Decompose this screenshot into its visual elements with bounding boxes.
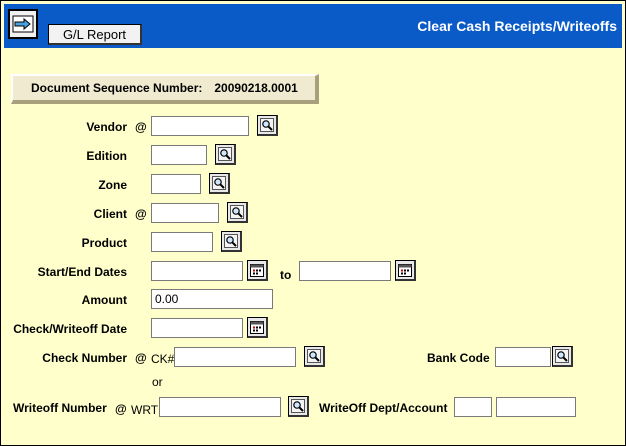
check-number-at-sign: @: [135, 351, 147, 365]
start-date-calendar-button[interactable]: [247, 260, 268, 281]
magnifier-icon: [291, 399, 305, 413]
writeoff-account-input[interactable]: [496, 397, 576, 417]
edition-input[interactable]: [151, 145, 207, 165]
magnifier-icon: [224, 234, 238, 248]
zone-input[interactable]: [151, 174, 201, 194]
dates-to-label: to: [280, 268, 292, 282]
zone-label: Zone: [98, 178, 127, 192]
vendor-at-sign: @: [135, 120, 147, 134]
title-bar: G/L Report Clear Cash Receipts/Writeoffs: [4, 4, 622, 48]
magnifier-icon: [555, 349, 569, 363]
magnifier-icon: [260, 118, 274, 132]
calendar-icon: [398, 264, 412, 277]
navigate-button[interactable]: [8, 9, 38, 39]
magnifier-icon: [212, 176, 226, 190]
calendar-icon: [250, 321, 264, 334]
writeoff-dept-input[interactable]: [454, 397, 492, 417]
end-date-input[interactable]: [299, 261, 391, 281]
client-input[interactable]: [151, 203, 219, 223]
end-date-calendar-button[interactable]: [395, 260, 416, 281]
check-writeoff-date-label: Check/Writeoff Date: [13, 322, 127, 336]
zone-lookup-button[interactable]: [209, 173, 230, 194]
magnifier-icon: [307, 349, 321, 363]
check-number-prefix: CK#: [151, 352, 175, 366]
vendor-label: Vendor: [86, 120, 127, 134]
arrow-right-icon: [12, 15, 34, 33]
check-number-input[interactable]: [174, 347, 296, 367]
gl-report-button[interactable]: G/L Report: [48, 24, 142, 45]
client-label: Client: [93, 207, 127, 221]
start-date-input[interactable]: [151, 261, 243, 281]
edition-lookup-button[interactable]: [215, 144, 236, 165]
writeoff-number-lookup-button[interactable]: [288, 396, 309, 417]
document-sequence-panel: Document Sequence Number: 20090218.0001: [11, 74, 319, 104]
magnifier-icon: [218, 147, 232, 161]
writeoff-number-label: Writeoff Number: [13, 401, 107, 415]
bank-code-label: Bank Code: [427, 351, 490, 365]
check-number-label: Check Number: [42, 351, 127, 365]
calendar-icon: [250, 264, 264, 277]
writeoff-number-at-sign: @: [115, 402, 127, 416]
check-date-calendar-button[interactable]: [247, 317, 268, 338]
document-sequence-value: 20090218.0001: [214, 81, 298, 95]
edition-label: Edition: [86, 149, 127, 163]
or-text: or: [152, 375, 163, 389]
client-lookup-button[interactable]: [227, 202, 248, 223]
document-sequence-label: Document Sequence Number:: [31, 81, 203, 95]
writeoff-number-input[interactable]: [159, 397, 281, 417]
product-input[interactable]: [151, 232, 213, 252]
check-number-lookup-button[interactable]: [304, 346, 325, 367]
client-at-sign: @: [135, 207, 147, 221]
page-title: Clear Cash Receipts/Writeoffs: [417, 18, 617, 34]
amount-input[interactable]: [151, 289, 273, 309]
start-end-dates-label: Start/End Dates: [37, 265, 127, 279]
writeoff-number-prefix: WRT: [131, 403, 159, 417]
check-writeoff-date-input[interactable]: [151, 318, 243, 338]
vendor-input[interactable]: [151, 116, 249, 136]
bank-code-input[interactable]: [495, 347, 551, 367]
window-frame: G/L Report Clear Cash Receipts/Writeoffs…: [0, 0, 626, 446]
vendor-lookup-button[interactable]: [257, 115, 278, 136]
product-lookup-button[interactable]: [221, 231, 242, 252]
product-label: Product: [81, 236, 127, 250]
amount-label: Amount: [81, 293, 127, 307]
writeoff-dept-account-label: WriteOff Dept/Account: [319, 401, 448, 415]
bank-code-lookup-button[interactable]: [552, 346, 573, 367]
magnifier-icon: [230, 205, 244, 219]
